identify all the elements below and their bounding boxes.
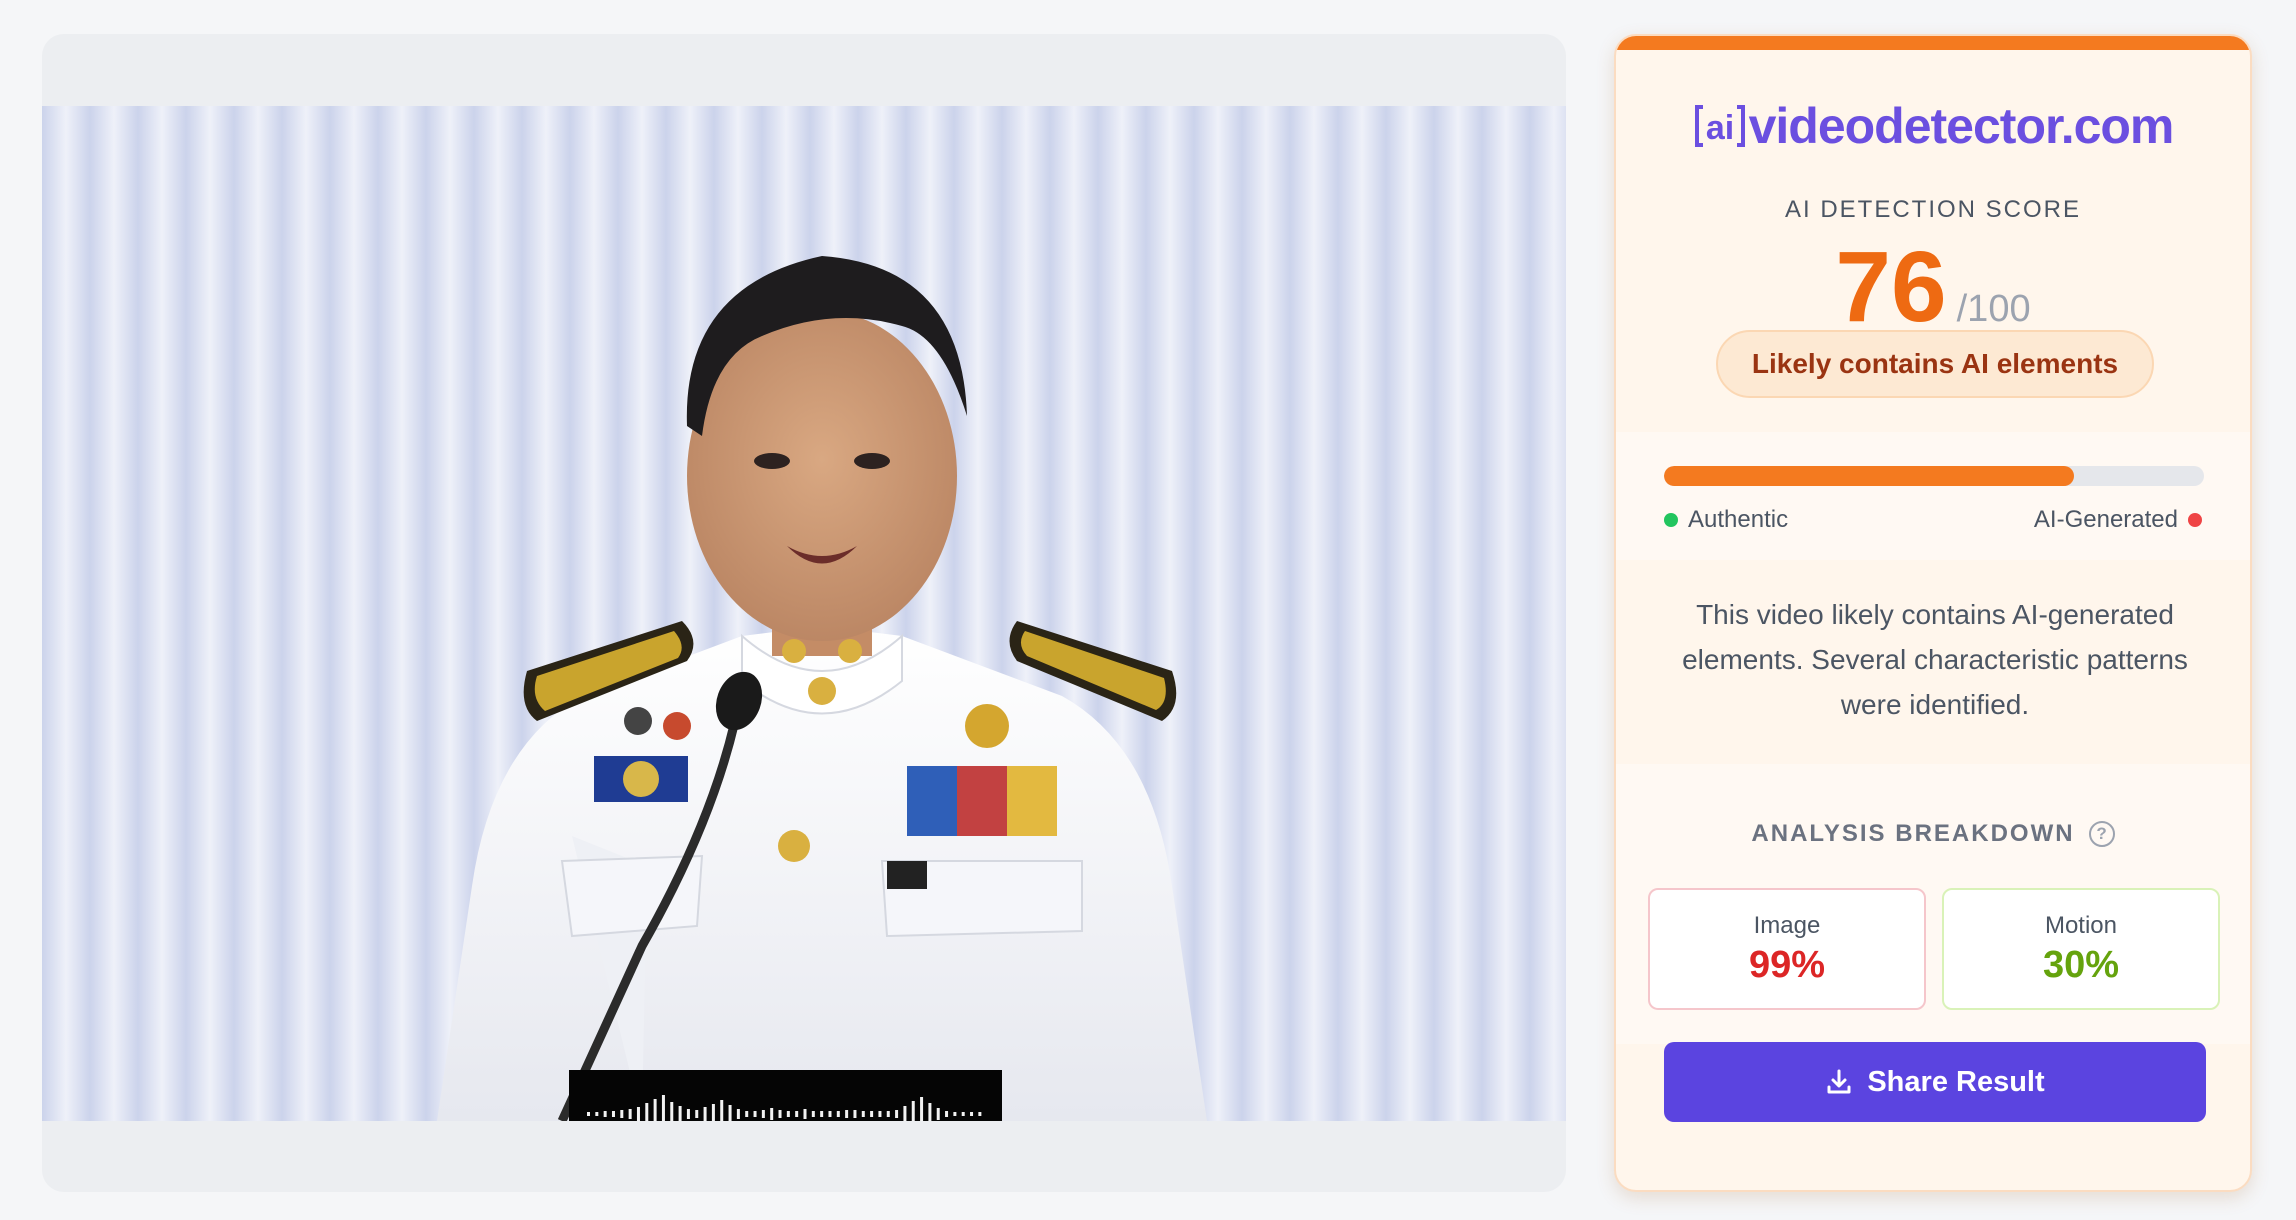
svg-text:ai: ai — [1705, 109, 1733, 147]
metric-value: 30% — [2042, 943, 2120, 986]
brand-logo[interactable]: ai videodetector.com — [1616, 94, 2250, 158]
audio-waveform-icon — [587, 1095, 982, 1121]
metric-label: Image — [1753, 911, 1821, 939]
score-label: AI DETECTION SCORE — [1784, 196, 2082, 223]
help-icon[interactable]: ? — [2088, 821, 2115, 847]
green-dot-icon — [1664, 513, 1678, 527]
video-panel — [42, 34, 1566, 1192]
video-frame[interactable] — [42, 106, 1566, 1121]
card-accent-bar — [1616, 36, 2250, 50]
share-button-label: Share Result — [1867, 1065, 2045, 1098]
red-dot-icon — [2188, 513, 2202, 527]
score-max: /100 — [1956, 288, 2031, 330]
ai-bracket-logo-icon: ai — [1694, 105, 1745, 147]
share-result-button[interactable]: Share Result — [1664, 1042, 2206, 1122]
video-frame-image — [42, 106, 1566, 1121]
audio-waveform-overlay — [569, 1070, 1002, 1121]
brand-name: videodetector.com — [1748, 98, 2175, 154]
meter-track — [1664, 466, 2204, 486]
metric-label: Motion — [2044, 911, 2118, 939]
meter-left-label: Authentic — [1688, 506, 1789, 533]
meter-legend-authentic: Authentic — [1664, 506, 1788, 534]
metric-value: 99% — [1748, 943, 1826, 986]
download-icon — [1827, 1069, 1851, 1094]
score-value: 76 — [1835, 231, 1947, 343]
result-summary: This video likely contains AI-generated … — [1682, 599, 2188, 720]
metric-image: Image 99% — [1648, 888, 1926, 1010]
meter-fill — [1664, 466, 2075, 486]
score-meter: Authentic AI-Generated — [1616, 432, 2250, 560]
metric-motion: Motion 30% — [1942, 888, 2220, 1010]
score-display: 76 /100 — [1616, 232, 2250, 342]
meter-right-label: AI-Generated — [2033, 506, 2178, 533]
breakdown-title: ANALYSIS BREAKDOWN ? — [1616, 820, 2250, 848]
breakdown-title-text: ANALYSIS BREAKDOWN — [1751, 820, 2075, 847]
detection-result-card: ai videodetector.com AI DETECTION SCORE … — [1614, 34, 2252, 1192]
analysis-breakdown: ANALYSIS BREAKDOWN ? Image 99% Motion 30… — [1616, 764, 2250, 1044]
verdict-badge: Likely contains AI elements — [1716, 330, 2154, 398]
meter-legend-ai-generated: AI-Generated — [2034, 506, 2202, 534]
